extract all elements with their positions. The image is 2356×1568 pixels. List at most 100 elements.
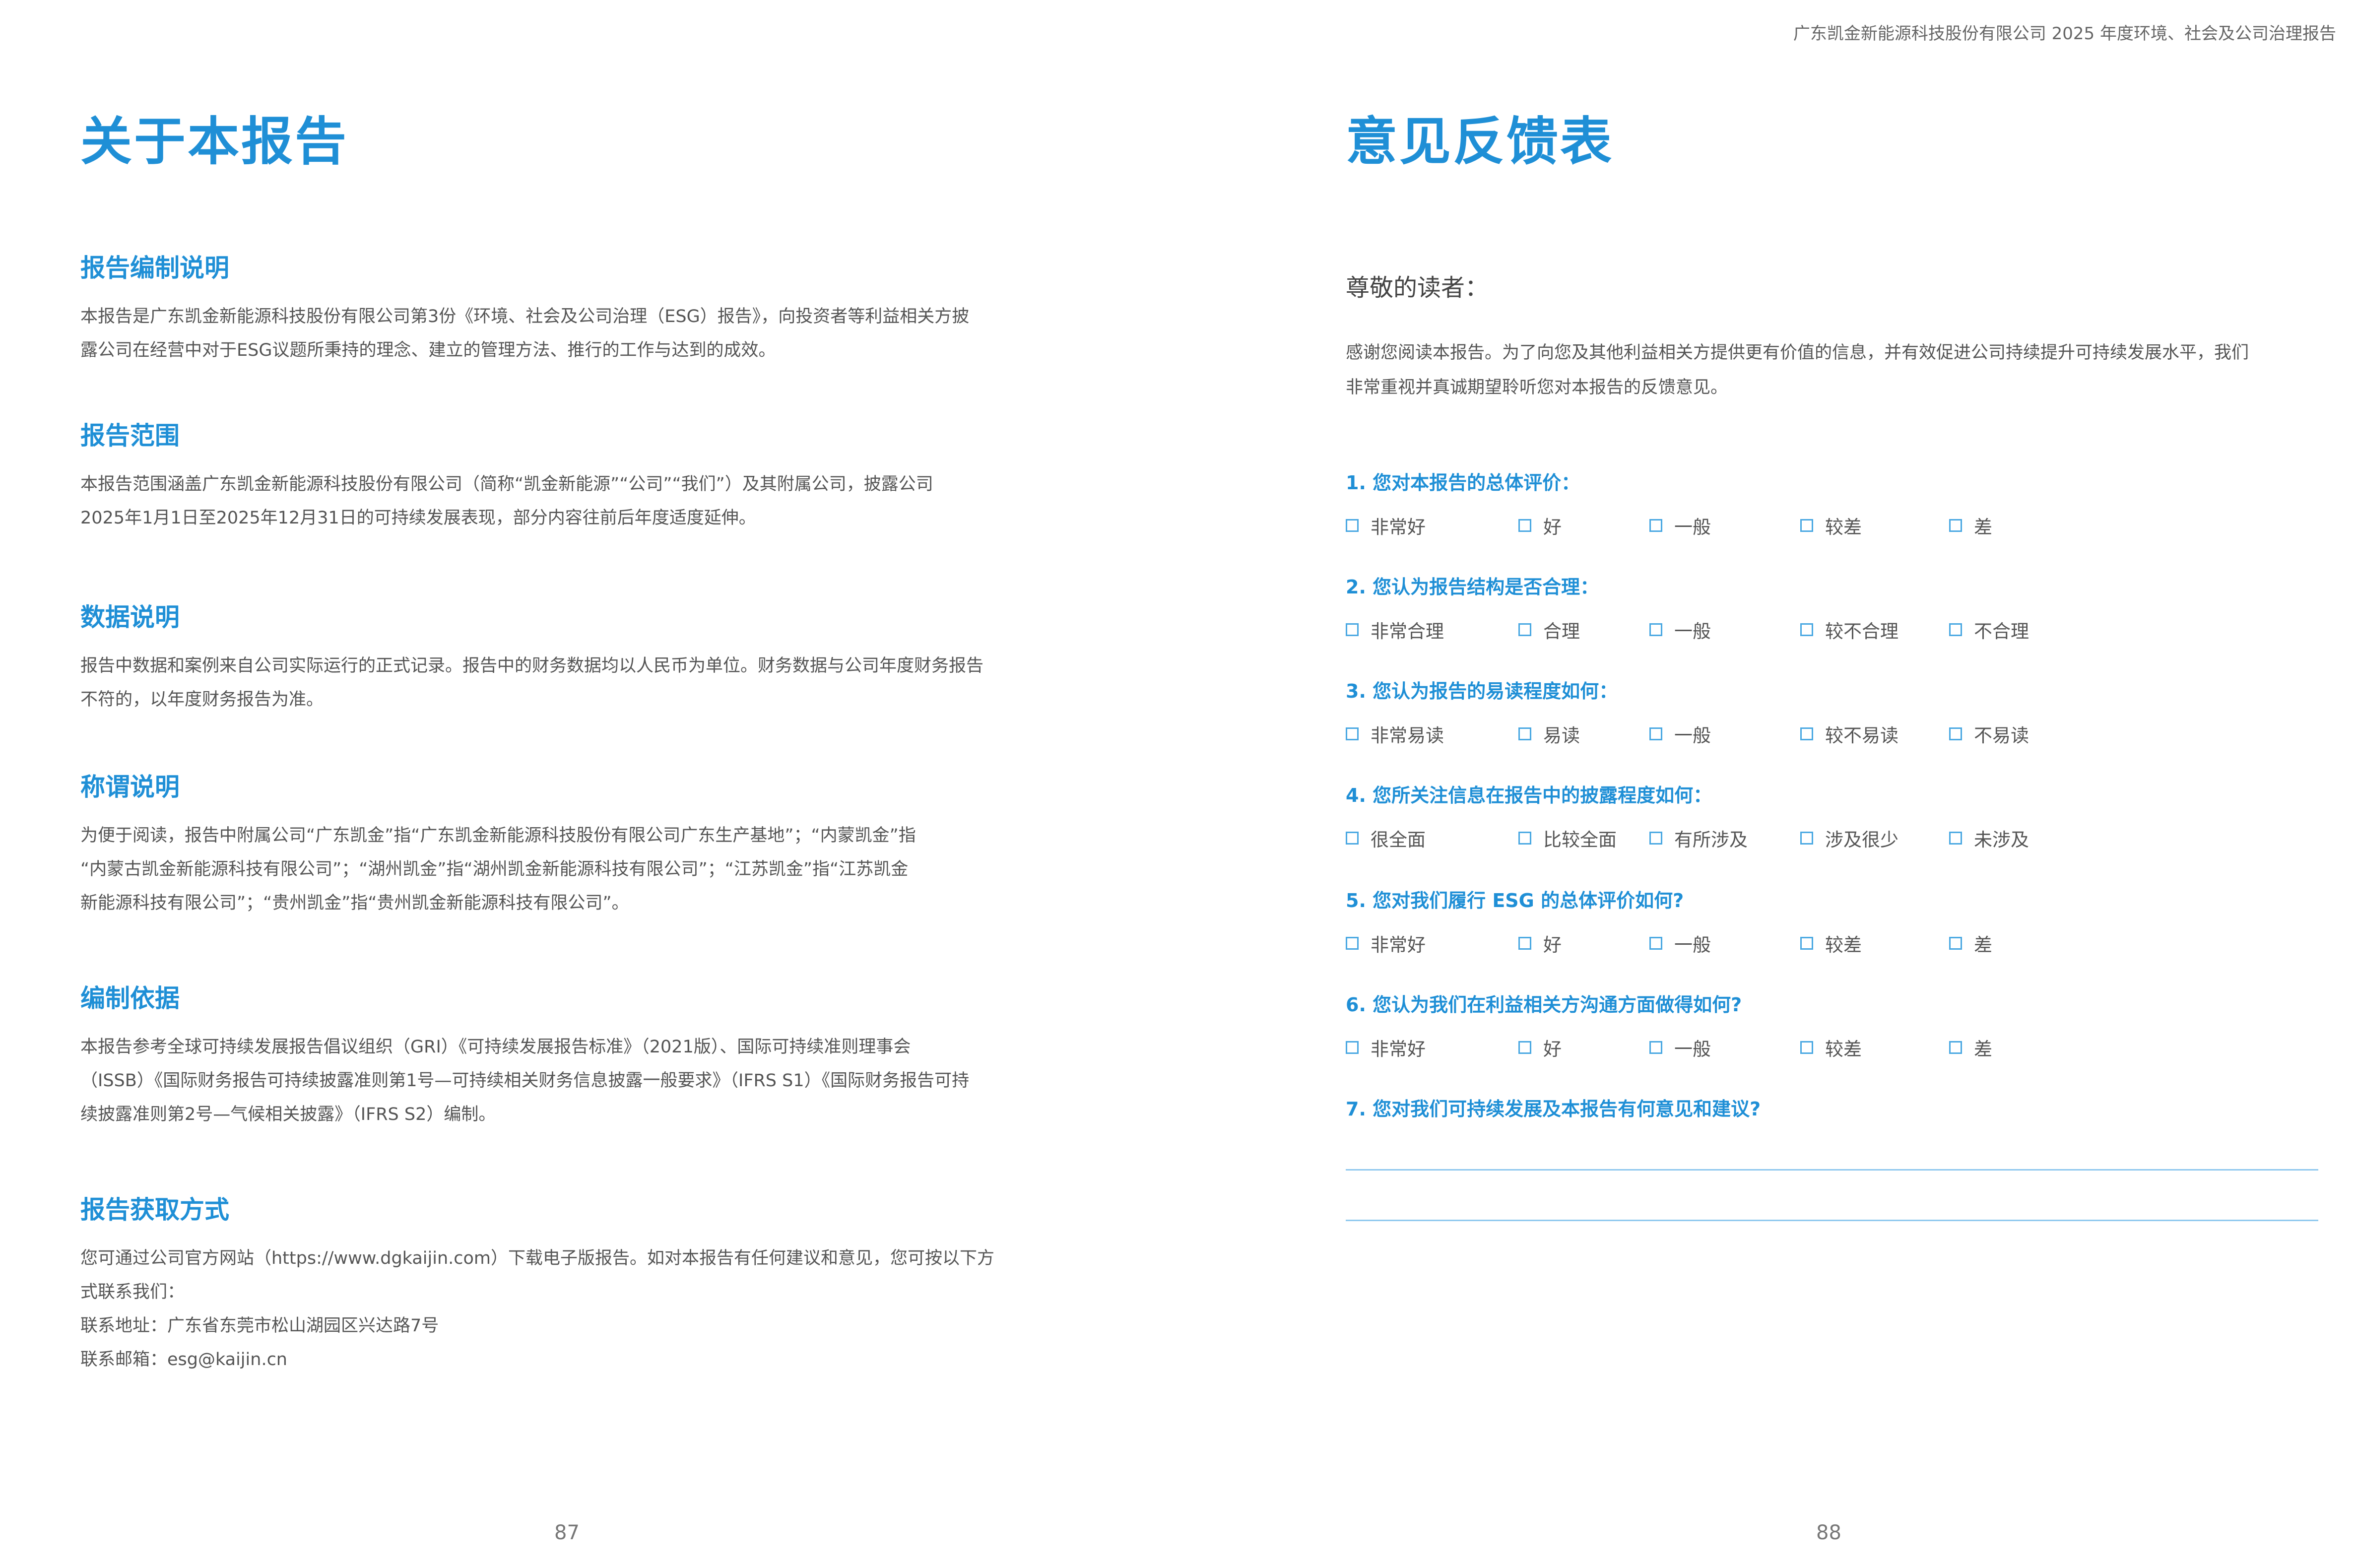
option-comprehensive[interactable]: 很全面 [1346, 826, 1426, 850]
section-body: 本报告参考全球可持续发展报告倡议组织（GRI）《可持续发展报告标准》（2021版… [80, 1030, 1053, 1131]
option-label: 不合理 [1974, 621, 2029, 642]
option-fairly-comprehensive[interactable]: 比较全面 [1518, 826, 1617, 850]
checkbox-icon[interactable] [1518, 519, 1531, 532]
option-group: 非常好 好 一般 较差 差 [1346, 931, 2318, 956]
checkbox-icon[interactable] [1346, 937, 1359, 950]
checkbox-icon[interactable] [1346, 1041, 1359, 1054]
checkbox-icon[interactable] [1518, 832, 1531, 845]
option-label: 差 [1974, 934, 1992, 956]
text-line: 感谢您阅读本报告。为了向您及其他利益相关方提供更有价值的信息，并有效促进公司持续… [1346, 343, 2249, 363]
text-line: 报告中数据和案例来自公司实际运行的正式记录。报告中的财务数据均以人民币为单位。财… [80, 656, 984, 676]
option-partially-covered[interactable]: 有所涉及 [1649, 826, 1748, 850]
option-poor[interactable]: 较差 [1800, 513, 1862, 538]
text-line: 您可通过公司官方网站（https://www.dgkaijin.com）下载电子… [80, 1248, 995, 1268]
text-line: 不符的，以年度财务报告为准。 [80, 690, 324, 710]
checkbox-icon[interactable] [1949, 727, 1962, 740]
contact-email: 联系邮箱：esg@kaijin.cn [80, 1350, 287, 1370]
question-label: 2. 您认为报告结构是否合理： [1346, 576, 1599, 598]
text-line: 新能源科技有限公司”；“贵州凯金”指“贵州凯金新能源科技有限公司”。 [80, 893, 629, 913]
option-average[interactable]: 一般 [1649, 617, 1711, 642]
checkbox-icon[interactable] [1346, 623, 1359, 636]
section-body: 为便于阅读，报告中附属公司“广东凯金”指“广东凯金新能源科技股份有限公司广东生产… [80, 819, 1053, 920]
checkbox-icon[interactable] [1518, 1041, 1531, 1054]
checkbox-icon[interactable] [1649, 727, 1662, 740]
option-very-reasonable[interactable]: 非常合理 [1346, 617, 1444, 642]
option-good[interactable]: 好 [1518, 931, 1562, 956]
option-average[interactable]: 一般 [1649, 513, 1711, 538]
text-line: （ISSB）《国际财务报告可持续披露准则第1号—可持续相关财务信息披露一般要求》… [80, 1071, 970, 1091]
section-terminology: 称谓说明 为便于阅读，报告中附属公司“广东凯金”指“广东凯金新能源科技股份有限公… [80, 772, 1053, 920]
option-good[interactable]: 好 [1518, 513, 1562, 538]
checkbox-icon[interactable] [1518, 727, 1531, 740]
option-very-poor[interactable]: 差 [1949, 513, 1992, 538]
option-very-good[interactable]: 非常好 [1346, 931, 1426, 956]
section-body: 报告中数据和案例来自公司实际运行的正式记录。报告中的财务数据均以人民币为单位。财… [80, 649, 1053, 717]
option-less-reasonable[interactable]: 较不合理 [1800, 617, 1898, 642]
checkbox-icon[interactable] [1949, 832, 1962, 845]
option-unreadable[interactable]: 不易读 [1949, 721, 2029, 746]
option-label: 未涉及 [1974, 829, 2029, 850]
salutation: 尊敬的读者： [1346, 274, 1489, 302]
section-heading: 数据说明 [80, 603, 180, 632]
option-less-readable[interactable]: 较不易读 [1800, 721, 1898, 746]
checkbox-icon[interactable] [1649, 937, 1662, 950]
option-label: 一般 [1674, 934, 1711, 956]
checkbox-icon[interactable] [1649, 1041, 1662, 1054]
option-very-readable[interactable]: 非常易读 [1346, 721, 1444, 746]
option-label: 比较全面 [1543, 829, 1617, 850]
option-label: 一般 [1674, 621, 1711, 642]
section-body: 本报告是广东凯金新能源科技股份有限公司第3份《环境、社会及公司治理（ESG）报告… [80, 300, 1053, 367]
right-page: 意见反馈表 尊敬的读者： 感谢您阅读本报告。为了向您及其他利益相关方提供更有价值… [1346, 0, 2318, 1568]
checkbox-icon[interactable] [1949, 1041, 1962, 1054]
option-label: 好 [1543, 934, 1562, 956]
option-label: 较差 [1825, 517, 1862, 538]
option-average[interactable]: 一般 [1649, 931, 1711, 956]
option-average[interactable]: 一般 [1649, 1035, 1711, 1060]
checkbox-icon[interactable] [1649, 623, 1662, 636]
checkbox-icon[interactable] [1518, 937, 1531, 950]
option-poor[interactable]: 较差 [1800, 931, 1862, 956]
option-very-good[interactable]: 非常好 [1346, 1035, 1426, 1060]
option-readable[interactable]: 易读 [1518, 721, 1580, 746]
checkbox-icon[interactable] [1649, 832, 1662, 845]
checkbox-icon[interactable] [1800, 623, 1813, 636]
section-report-scope: 报告范围 本报告范围涵盖广东凯金新能源科技股份有限公司（简称“凯金新能源”“公司… [80, 421, 1053, 535]
option-unreasonable[interactable]: 不合理 [1949, 617, 2029, 642]
option-average[interactable]: 一般 [1649, 721, 1711, 746]
section-heading: 编制依据 [80, 984, 180, 1013]
checkbox-icon[interactable] [1346, 727, 1359, 740]
question-stakeholder-communication: 6. 您认为我们在利益相关方沟通方面做得如何? 非常好 好 一般 较差 差 [1346, 992, 2318, 1060]
answer-line[interactable] [1346, 1220, 2318, 1221]
checkbox-icon[interactable] [1949, 519, 1962, 532]
option-label: 差 [1974, 517, 1992, 538]
option-label: 较差 [1825, 934, 1862, 956]
option-poor[interactable]: 较差 [1800, 1035, 1862, 1060]
option-very-poor[interactable]: 差 [1949, 1035, 1992, 1060]
question-label: 4. 您所关注信息在报告中的披露程度如何： [1346, 784, 1712, 806]
checkbox-icon[interactable] [1949, 623, 1962, 636]
question-label: 6. 您认为我们在利益相关方沟通方面做得如何? [1346, 994, 1742, 1016]
checkbox-icon[interactable] [1800, 727, 1813, 740]
option-label: 非常好 [1371, 934, 1426, 956]
checkbox-icon[interactable] [1800, 1041, 1813, 1054]
checkbox-icon[interactable] [1800, 519, 1813, 532]
option-very-good[interactable]: 非常好 [1346, 513, 1426, 538]
checkbox-icon[interactable] [1346, 519, 1359, 532]
checkbox-icon[interactable] [1518, 623, 1531, 636]
option-good[interactable]: 好 [1518, 1035, 1562, 1060]
checkbox-icon[interactable] [1649, 519, 1662, 532]
answer-line[interactable] [1346, 1169, 2318, 1171]
text-line: 本报告范围涵盖广东凯金新能源科技股份有限公司（简称“凯金新能源”“公司”“我们”… [80, 474, 933, 494]
checkbox-icon[interactable] [1800, 937, 1813, 950]
checkbox-icon[interactable] [1800, 832, 1813, 845]
checkbox-icon[interactable] [1949, 937, 1962, 950]
option-label: 一般 [1674, 517, 1711, 538]
checkbox-icon[interactable] [1346, 832, 1359, 845]
option-reasonable[interactable]: 合理 [1518, 617, 1580, 642]
option-rarely-covered[interactable]: 涉及很少 [1800, 826, 1898, 850]
option-label: 不易读 [1974, 725, 2029, 746]
question-label: 3. 您认为报告的易读程度如何： [1346, 680, 1618, 702]
option-label: 好 [1543, 1039, 1562, 1060]
option-not-covered[interactable]: 未涉及 [1949, 826, 2029, 850]
option-very-poor[interactable]: 差 [1949, 931, 1992, 956]
